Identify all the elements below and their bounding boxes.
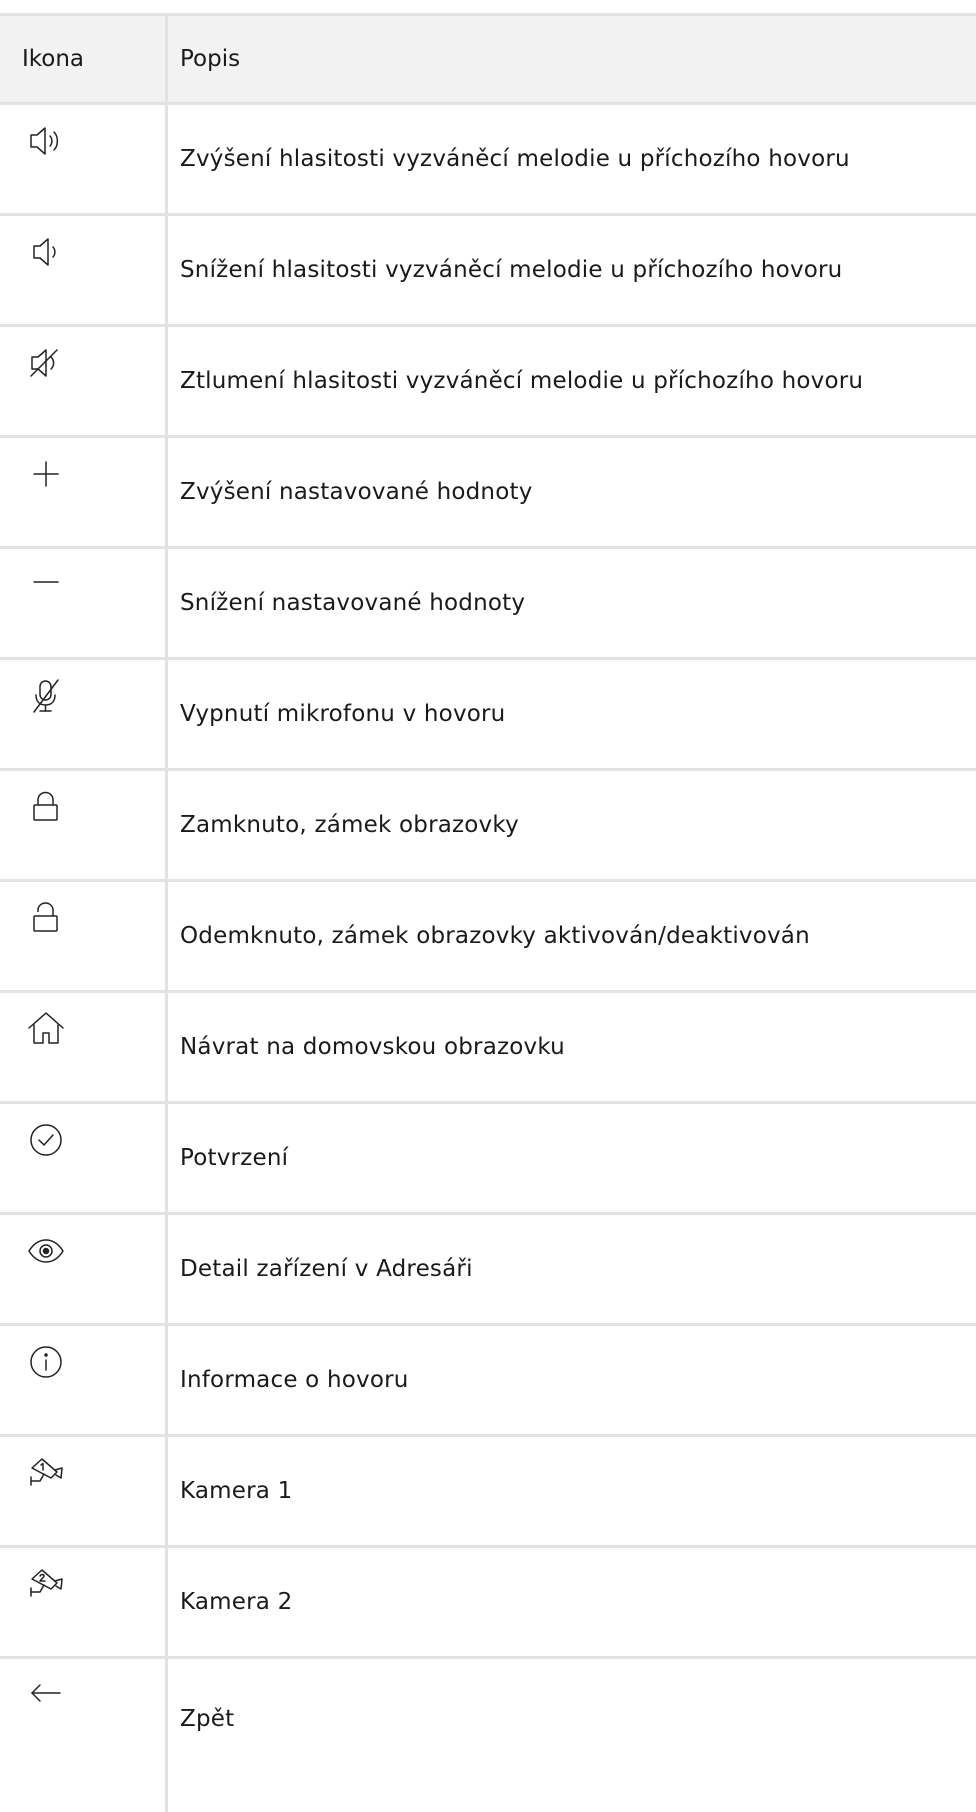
volume-mute-icon [26, 343, 66, 383]
row-description: Potvrzení [180, 1145, 289, 1171]
unlock-icon [26, 898, 66, 938]
table-row: Detail zařízení v Adresáři [0, 1215, 976, 1326]
table-row: Návrat na domovskou obrazovku [0, 993, 976, 1104]
row-description: Zvýšení nastavované hodnoty [180, 479, 533, 505]
column-divider [165, 13, 168, 1812]
table-header: Ikona Popis [0, 13, 976, 105]
table-row: Ztlumení hlasitosti vyzváněcí melodie u … [0, 327, 976, 438]
row-description: Informace o hovoru [180, 1367, 409, 1393]
table-row: Odemknuto, zámek obrazovky aktivován/dea… [0, 882, 976, 993]
header-description-column: Popis [180, 46, 241, 72]
eye-icon [26, 1231, 66, 1271]
minus-icon [26, 565, 66, 605]
camera-1-icon [26, 1453, 66, 1493]
table-row: Potvrzení [0, 1104, 976, 1215]
row-description: Odemknuto, zámek obrazovky aktivován/dea… [180, 923, 810, 949]
camera-2-icon [26, 1564, 66, 1604]
table-row: Kamera 2 [0, 1548, 976, 1659]
table-row: Zpět [0, 1659, 976, 1779]
icon-table: Ikona Popis Zvýšení hlasitosti vyzváněcí… [0, 13, 976, 1779]
table-row: Zamknuto, zámek obrazovky [0, 771, 976, 882]
volume-up-icon [26, 121, 66, 161]
row-description: Kamera 1 [180, 1478, 293, 1504]
check-circle-icon [26, 1120, 66, 1160]
row-description: Snížení nastavované hodnoty [180, 590, 526, 616]
table-row: Kamera 1 [0, 1437, 976, 1548]
row-description: Zamknuto, zámek obrazovky [180, 812, 519, 838]
volume-down-icon [26, 232, 66, 272]
table-row: Snížení nastavované hodnoty [0, 549, 976, 660]
table-row: Vypnutí mikrofonu v hovoru [0, 660, 976, 771]
header-icon-column: Ikona [22, 46, 85, 72]
lock-icon [26, 787, 66, 827]
row-description: Zpět [180, 1706, 235, 1732]
row-description: Vypnutí mikrofonu v hovoru [180, 701, 506, 727]
table-row: Zvýšení hlasitosti vyzváněcí melodie u p… [0, 105, 976, 216]
home-icon [26, 1009, 66, 1049]
row-description: Návrat na domovskou obrazovku [180, 1034, 565, 1060]
row-description: Zvýšení hlasitosti vyzváněcí melodie u p… [180, 146, 850, 172]
row-description: Ztlumení hlasitosti vyzváněcí melodie u … [180, 368, 864, 394]
plus-icon [26, 454, 66, 494]
arrow-left-icon [26, 1675, 66, 1715]
table-row: Informace o hovoru [0, 1326, 976, 1437]
info-icon [26, 1342, 66, 1382]
row-description: Snížení hlasitosti vyzváněcí melodie u p… [180, 257, 843, 283]
table-row: Zvýšení nastavované hodnoty [0, 438, 976, 549]
table-row: Snížení hlasitosti vyzváněcí melodie u p… [0, 216, 976, 327]
row-description: Detail zařízení v Adresáři [180, 1256, 473, 1282]
microphone-off-icon [26, 676, 66, 716]
row-description: Kamera 2 [180, 1589, 293, 1615]
